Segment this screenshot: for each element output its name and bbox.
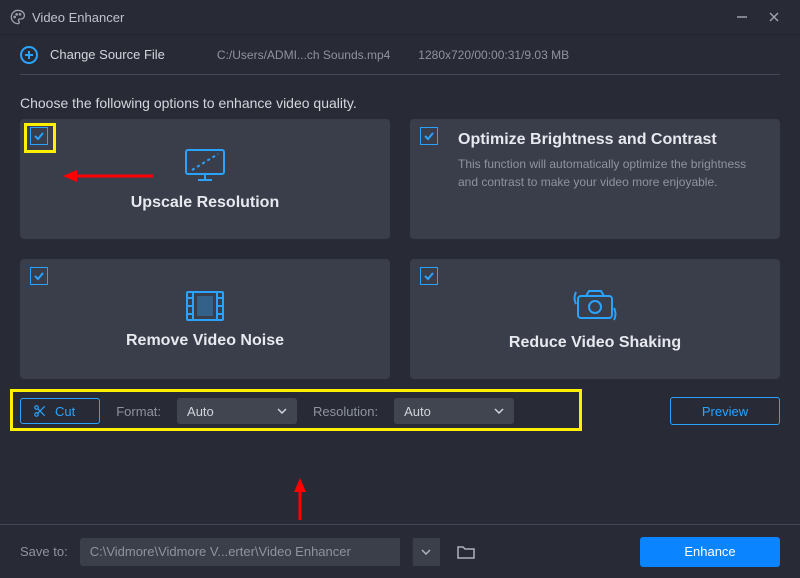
card-brightness-desc: This function will automatically optimiz… (458, 155, 764, 191)
camera-icon (570, 286, 620, 326)
enhance-button[interactable]: Enhance (640, 537, 780, 567)
checkbox-noise[interactable] (30, 267, 48, 285)
plus-circle-icon[interactable] (20, 46, 38, 64)
options-grid: Upscale Resolution Optimize Brightness a… (0, 119, 800, 379)
card-remove-noise[interactable]: Remove Video Noise (20, 259, 390, 379)
card-upscale-title: Upscale Resolution (131, 194, 279, 212)
instruction-text: Choose the following options to enhance … (0, 75, 800, 119)
card-brightness-title: Optimize Brightness and Contrast (458, 131, 764, 149)
cut-label: Cut (55, 404, 75, 419)
palette-icon (10, 9, 26, 25)
source-path: C:/Users/ADMI...ch Sounds.mp4 (217, 48, 390, 62)
preview-label: Preview (702, 404, 748, 419)
preview-button[interactable]: Preview (670, 397, 780, 425)
film-icon (183, 288, 227, 324)
browse-folder-button[interactable] (452, 538, 480, 566)
window-title: Video Enhancer (32, 10, 124, 25)
output-controls: Cut Format: Auto Resolution: Auto Previe… (20, 397, 780, 425)
save-to-label: Save to: (20, 544, 68, 559)
card-noise-title: Remove Video Noise (126, 332, 284, 350)
resolution-value: Auto (404, 404, 431, 419)
card-upscale-resolution[interactable]: Upscale Resolution (20, 119, 390, 239)
format-label: Format: (116, 404, 161, 419)
resolution-select[interactable]: Auto (394, 398, 514, 424)
card-reduce-shaking[interactable]: Reduce Video Shaking (410, 259, 780, 379)
checkbox-shaking[interactable] (420, 267, 438, 285)
card-shaking-title: Reduce Video Shaking (509, 334, 681, 352)
save-path-field[interactable]: C:\Vidmore\Vidmore V...erter\Video Enhan… (80, 538, 400, 566)
chevron-down-icon (277, 408, 287, 414)
card-optimize-brightness[interactable]: Optimize Brightness and Contrast This fu… (410, 119, 780, 239)
scissors-icon (33, 404, 47, 418)
format-select[interactable]: Auto (177, 398, 297, 424)
checkbox-upscale[interactable] (30, 127, 48, 145)
titlebar: Video Enhancer (0, 0, 800, 34)
minimize-button[interactable] (726, 6, 758, 28)
cut-button[interactable]: Cut (20, 398, 100, 424)
close-button[interactable] (758, 6, 790, 28)
chevron-down-icon (494, 408, 504, 414)
save-path-value: C:\Vidmore\Vidmore V...erter\Video Enhan… (90, 544, 351, 559)
resolution-label: Resolution: (313, 404, 378, 419)
format-value: Auto (187, 404, 214, 419)
change-source-link[interactable]: Change Source File (50, 47, 165, 62)
footer: Save to: C:\Vidmore\Vidmore V...erter\Vi… (0, 524, 800, 578)
enhance-label: Enhance (684, 544, 735, 559)
source-toolbar: Change Source File C:/Users/ADMI...ch So… (0, 34, 800, 74)
monitor-icon (182, 146, 228, 186)
save-path-dropdown[interactable] (412, 538, 440, 566)
checkbox-brightness[interactable] (420, 127, 438, 145)
source-meta: 1280x720/00:00:31/9.03 MB (418, 48, 569, 62)
annotation-arrow-controls (290, 478, 310, 520)
